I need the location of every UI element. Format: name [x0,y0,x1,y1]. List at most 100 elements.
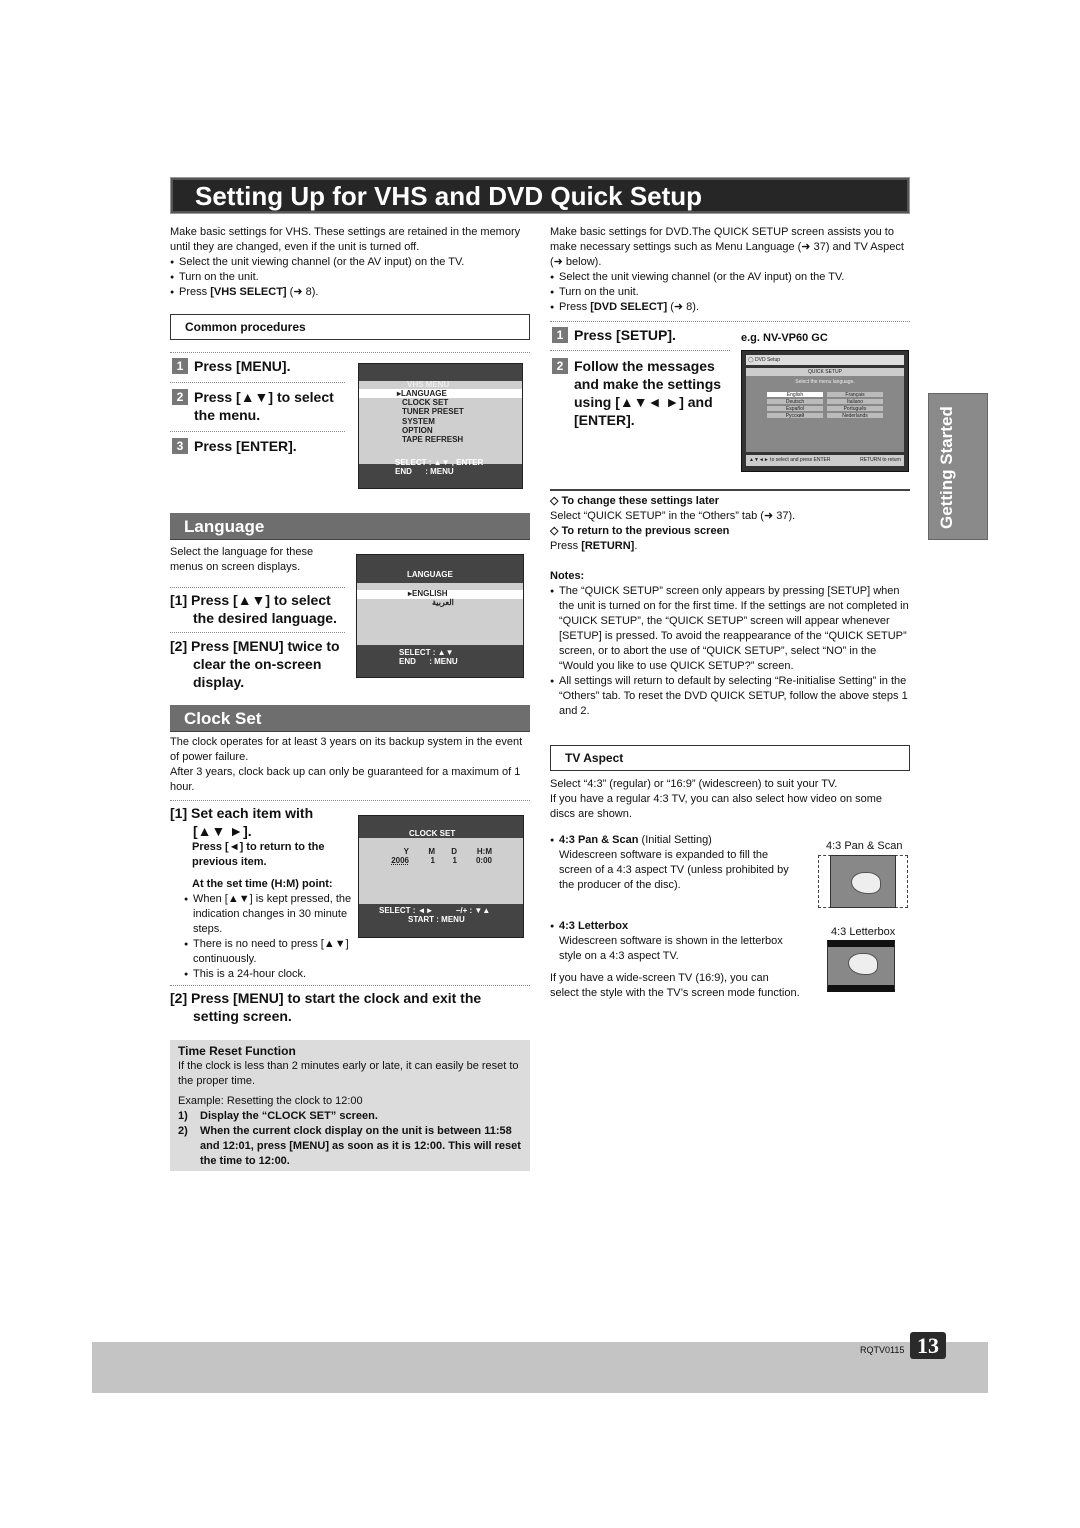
pan-scan-image [818,855,908,908]
osd-title: CLOCK SET [409,829,456,838]
osd-footer: END : MENU [399,657,458,666]
vhs-step-2: 2 Press [▲▼] to select the menu. [172,388,350,424]
footer-band [92,1342,988,1393]
osd-footer: ▲▼◄► to select and press ENTER [749,457,831,463]
dvd-tips: ◇ To change these settings later Select … [550,494,910,719]
osd-header: ◯ DVD Setup [746,355,904,365]
vhs-intro: Make basic settings for VHS. These setti… [170,225,530,300]
step-text: Press [MENU]. [194,358,291,374]
osd-item: CLOCK SET [402,398,449,408]
image-caption: 4:3 Letterbox [831,926,896,938]
text: (Initial Setting) [638,834,712,846]
osd-footer: SELECT : ▲▼ , ENTER [395,458,484,467]
item-text: Display the “CLOCK SET” screen. [200,1110,378,1122]
option-text: Widescreen software is expanded to fill … [559,849,789,891]
diamond-icon: ◇ [550,525,562,537]
divider [170,431,345,432]
common-procedures-header: Common procedures [170,314,530,340]
language-step-1: [1] Press [▲▼] to select the desired lan… [170,592,337,626]
time-reset-example: Example: Resetting the clock to 12:00 [178,1095,363,1107]
osd-footer: START : MENU [408,915,465,924]
language-option: Nederlands [826,412,884,419]
clock-paragraph: The clock operates for at least 3 years … [170,736,523,763]
language-option: Português [826,405,884,412]
language-option: Français [826,391,884,398]
bullet: This is a 24-hour clock. [184,967,352,982]
language-step-2: [2] Press [MENU] twice to clear the on-s… [170,638,340,690]
dolphin-image [830,855,896,908]
vhs-intro-text: Make basic settings for VHS. These setti… [170,226,521,253]
tip-text: Select “QUICK SETUP” in the “Others” tab… [550,510,796,522]
osd-footer: RETURN to return [860,457,901,463]
time-reset-text: If the clock is less than 2 minutes earl… [178,1060,519,1087]
osd-col-header: Y [403,847,409,856]
notes-title: Notes: [550,570,585,582]
clock-set-section-header: Clock Set [170,705,530,732]
divider [550,321,910,322]
language-option-selected: English [766,391,824,398]
bullet: Press [VHS SELECT] (➜ 8). [170,285,530,300]
item-number: 2) [178,1125,188,1137]
bullet: Select the unit viewing channel (or the … [170,255,530,270]
vhs-step-3: 3 Press [ENTER]. [172,437,347,455]
step-number: 2 [172,389,188,405]
step-text: Press [▲▼] to select the menu. [194,389,334,423]
bullet: Select the unit viewing channel (or the … [550,270,910,285]
divider [550,350,730,351]
time-reset-title: Time Reset Function [178,1044,296,1058]
osd-item: TAPE REFRESH [402,435,464,445]
image-caption: 4:3 Pan & Scan [826,840,903,852]
key-label: [VHS SELECT] [210,286,287,298]
divider [550,489,910,491]
time-reset-box: Time Reset Function If the clock is less… [170,1040,530,1171]
language-option: Русский [766,412,824,419]
clock-intro: The clock operates for at least 3 years … [170,735,530,795]
osd-item-selected: ▸LANGUAGE [397,389,447,398]
section-tab: Getting Started [928,393,988,540]
text: (➜ 8). [667,301,700,313]
diamond-icon: ◇ [550,495,562,507]
divider [170,352,530,353]
step-text: Press [ENTER]. [194,438,297,454]
divider [170,632,345,633]
osd-col-header: H:M [476,847,492,856]
osd-footer: END : MENU [395,467,454,476]
osd-title: LANGUAGE [407,570,453,579]
item-text: When the current clock display on the un… [200,1125,521,1167]
dvd-step-1: 1 Press [SETUP]. [552,326,732,344]
divider [170,382,345,383]
osd-item: OPTION [402,425,433,435]
option-title: 4:3 Letterbox [559,920,629,932]
quick-setup-screen: ◯ DVD Setup QUICK SETUP Select the menu … [741,350,909,472]
osd-title: QUICK SETUP [746,368,904,376]
osd-footer: SELECT : ◄► −/+ : ▼▲ [379,906,491,915]
bullet: Press [DVD SELECT] (➜ 8). [550,300,910,315]
osd-value-day: 1 [452,856,457,865]
text: Select “4:3” (regular) or “16:9” (widesc… [550,778,838,790]
osd-header-text: DVD Setup [755,357,781,363]
osd-item: TUNER PRESET [402,407,464,417]
bullet: When [▲▼] is kept pressed, the indicatio… [184,892,352,937]
osd-value-month: 1 [430,856,435,865]
text: If you have a wide-screen TV (16:9), you… [550,972,800,999]
divider [170,985,530,986]
clock-step-2: [2] Press [MENU] to start the clock and … [170,990,482,1024]
language-option: Deutsch [766,398,824,405]
osd-title: VHS MENU [407,380,450,389]
osd-col-header: M [428,847,435,856]
key-label: [DVD SELECT] [590,301,668,313]
text: Press [559,301,591,313]
clock-paragraph: After 3 years, clock back up can only be… [170,766,521,793]
osd-item: العربية [432,598,454,607]
divider [170,800,530,801]
option-title: 4:3 Pan & Scan [559,834,639,846]
tip-title: To change these settings later [561,495,720,507]
language-section-header: Language [170,513,530,540]
note: All settings will return to default by s… [550,674,910,719]
osd-value-time: 0:00 [475,856,492,865]
language-menu-screen: LANGUAGE ▸ENGLISH العربية SELECT : ▲▼ EN… [356,554,524,678]
pan-scan-option: 4:3 Pan & Scan (Initial Setting) Widescr… [550,833,800,893]
step-text: Follow the messages and make the setting… [574,358,722,428]
bullet: Turn on the unit. [170,270,530,285]
text: (➜ 8). [286,286,319,298]
